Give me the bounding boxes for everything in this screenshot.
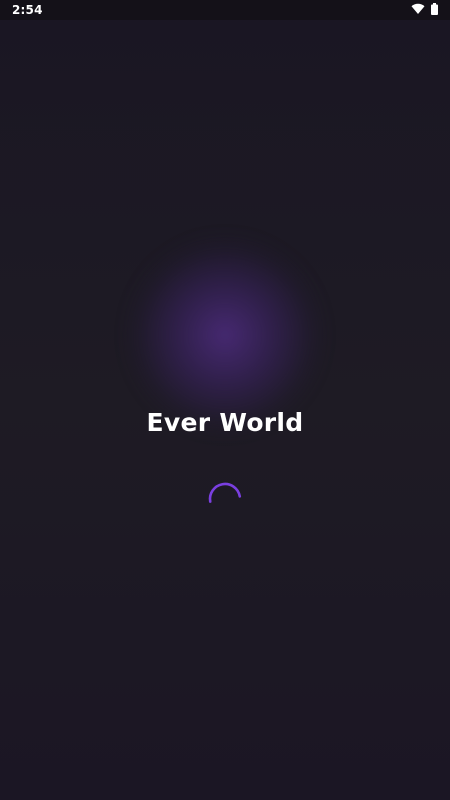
splash-screen: 2:54 Ever World: [0, 0, 450, 800]
wifi-icon: [411, 3, 425, 15]
status-icons: [411, 3, 438, 15]
status-bar: 2:54: [0, 0, 450, 20]
logo-glow: [125, 235, 325, 435]
status-time: 2:54: [12, 3, 43, 17]
battery-icon: [431, 3, 438, 15]
app-title: Ever World: [146, 408, 304, 437]
loading-spinner-icon: [208, 482, 242, 503]
